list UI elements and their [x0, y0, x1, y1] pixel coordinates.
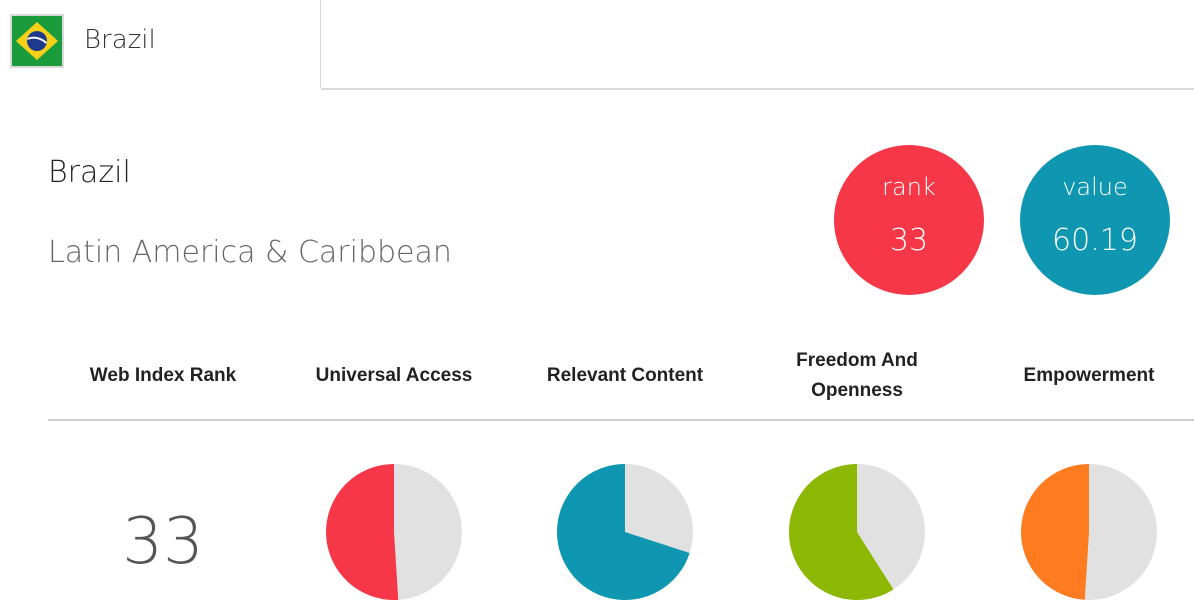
- pie-slice-universal-access: [326, 464, 399, 600]
- country-selector[interactable]: Brazil: [0, 0, 321, 88]
- region-subtitle: Latin America & Caribbean: [48, 235, 452, 270]
- country-selector-label: Brazil: [84, 25, 156, 55]
- search-bar-underline: [321, 88, 1194, 90]
- web-index-rank-value: 33: [122, 505, 204, 579]
- country-title: Brazil: [48, 155, 131, 190]
- rank-badge-value: 33: [889, 223, 929, 258]
- value-badge-label: value: [1062, 173, 1128, 201]
- relevant-content-pie[interactable]: [557, 464, 693, 600]
- column-header-relevant-content: Relevant Content: [546, 365, 704, 386]
- header-divider: [48, 419, 1194, 421]
- rank-badge-label: rank: [882, 173, 936, 201]
- top-bar: Brazil: [0, 0, 1194, 90]
- column-header-web-index-rank: Web Index Rank: [89, 365, 237, 386]
- freedom-and-openness-pie[interactable]: [789, 464, 925, 600]
- column-header-freedom-and-openness: Freedom And Openness: [796, 350, 918, 401]
- empowerment-pie[interactable]: [1021, 464, 1157, 600]
- value-badge-value: 60.19: [1052, 223, 1138, 258]
- column-header-empowerment: Empowerment: [1023, 365, 1155, 386]
- brazil-flag-icon: [10, 14, 64, 68]
- column-header-universal-access: Universal Access: [315, 365, 473, 386]
- universal-access-pie[interactable]: [326, 464, 462, 600]
- pie-slice-empowerment: [1021, 464, 1089, 600]
- value-badge: value 60.19: [1020, 145, 1170, 295]
- rank-badge: rank 33: [834, 145, 984, 295]
